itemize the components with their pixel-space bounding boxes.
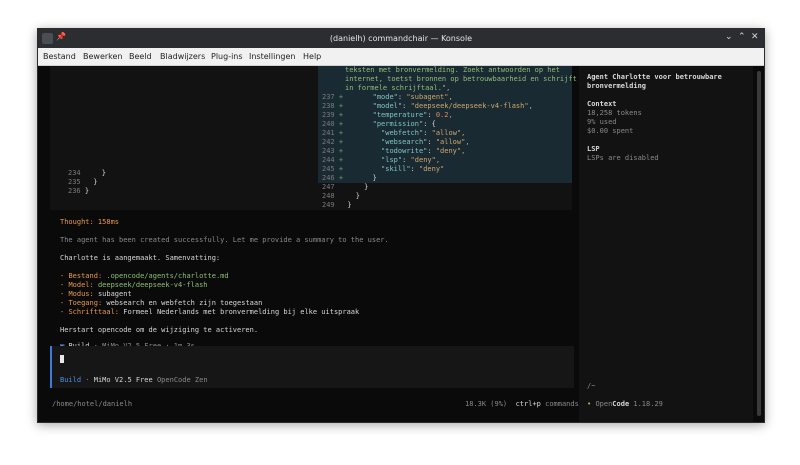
diff-line: 241 + "webfetch": "allow", [322,129,466,137]
lsp-status: LSPs are disabled [587,154,659,162]
scrollbar[interactable] [754,66,764,422]
diff-intro-line: teksten met bronvermelding. Zoekt antwoo… [345,66,560,74]
diff-right-pane: teksten met bronvermelding. Zoekt antwoo… [318,66,577,210]
lsp-header: LSP [587,145,600,153]
menu-instellingen[interactable]: Instellingen [249,52,295,61]
diff-line: 248 } [322,192,360,200]
chevron-down-icon[interactable]: ⌄ [725,32,733,42]
sidebar-cwd: /~ [587,382,596,390]
diff-line: 234 } [68,169,106,177]
window-title: (danielh) commandchair — Konsole [329,34,473,43]
list-item: - Bestand: .opencode/agents/charlotte.md [60,272,229,280]
diff-line: 242 + "websearch": "allow", [322,138,470,146]
scrollbar-thumb[interactable] [757,71,761,416]
close-icon[interactable]: ✕ [751,32,759,42]
list-item: - Model: deepseek/deepseek-v4-flash [60,281,208,289]
restart-note: Herstart opencode om de wijziging te act… [60,326,259,334]
diff-line: 236 } [68,187,90,195]
cwd-path: /home/hotel/danielh [52,400,133,408]
agent-summary-text: The agent has been created successfully.… [60,236,389,244]
status-dot-icon: • [587,400,592,408]
text-cursor [60,355,64,363]
menubar: Bestand Bewerken Beeld Bladwijzers Plug-… [38,48,764,66]
thought-time: Thought: 158ms [60,218,120,226]
context-tokens: 18,258 tokens [587,109,642,117]
menu-bestand[interactable]: Bestand [43,52,76,61]
menu-beeld[interactable]: Beeld [129,52,152,61]
menu-bewerken[interactable]: Bewerken [83,52,123,61]
chevron-up-icon[interactable]: ⌃ [738,32,746,42]
diff-line: 249 } [322,201,352,209]
diff-line: 239 + "temperature": 0.2, [322,111,453,119]
menu-plugins[interactable]: Plug-ins [211,52,243,61]
list-item: - Toegang: websearch en webfetch zijn to… [60,299,263,307]
diff-line: 237 + "mode": "subagent", [322,93,453,101]
context-used: 9% used [587,118,617,126]
session-title: Agent Charlotte voor betrouwbare bronver… [587,73,722,90]
diff-line: 244 + "lsp": "deny", [322,156,441,164]
menu-help[interactable]: Help [303,52,321,61]
context-spent: $0.00 spent [587,127,634,135]
diff-line: 246 + } [322,174,377,182]
app-version: • OpenCode 1.18.29 [587,400,663,408]
diff-line: 238 + "model": "deepseek/deepseek-v4-fla… [322,102,533,110]
diff-view: 234 } 235 } 236 } teksten met bronvermel… [50,66,577,210]
prompt-mode-line: Build · MiMo V2.5 Free OpenCode Zen [60,376,208,384]
titlebar: 📌 (danielh) commandchair — Konsole ⌄ ⌃ ✕ [38,29,764,48]
diff-line: 240 + "permission": { [322,120,436,128]
diff-line: 235 } [68,178,98,186]
list-item: - Schrifttaal: Formeel Nederlands met br… [60,308,360,316]
prompt-input[interactable]: Build · MiMo V2.5 Free OpenCode Zen [50,346,574,388]
diff-line: 243 + "todowrite": "deny", [322,147,466,155]
context-header: Context [587,100,617,108]
konsole-window: 📌 (danielh) commandchair — Konsole ⌄ ⌃ ✕… [37,28,765,423]
response-intro: Charlotte is aangemaakt. Samenvatting: [60,254,221,262]
terminal-area[interactable]: 234 } 235 } 236 } teksten met bronvermel… [38,66,764,422]
menu-bladwijzers[interactable]: Bladwijzers [160,52,205,61]
status-right: 18.3K (9%) ctrl+p commands [465,400,579,408]
diff-line: 247 } [322,183,369,191]
diff-intro-line: in formele schrijftaal.", [345,84,451,92]
diff-line: 245 + "skill": "deny" [322,165,445,173]
diff-intro-line: internet, toetst bronnen op betrouwbaarh… [345,75,577,83]
info-sidebar: Agent Charlotte voor betrouwbare bronver… [579,66,753,422]
list-item: - Modus: subagent [60,290,132,298]
diff-left-pane: 234 } 235 } 236 } [50,66,318,210]
